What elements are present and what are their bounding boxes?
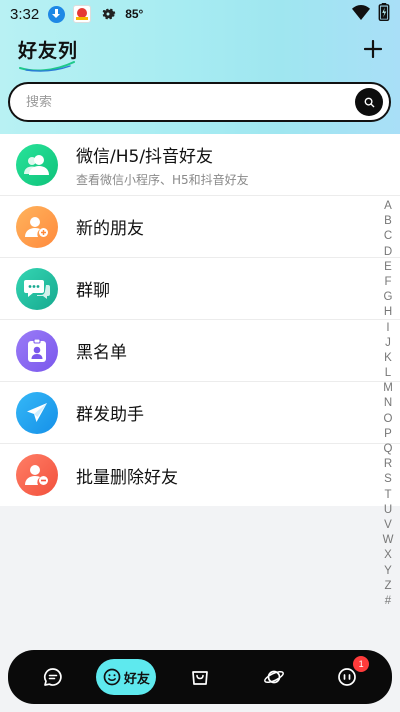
planet-icon — [263, 670, 284, 684]
title-swoosh-decoration — [19, 61, 75, 72]
index-letter[interactable]: J — [385, 336, 391, 351]
download-icon — [47, 5, 65, 23]
index-letter[interactable]: B — [384, 214, 392, 229]
index-letter[interactable]: P — [384, 427, 392, 442]
list-item-batch-delete-friends[interactable]: 批量删除好友 — [0, 444, 400, 506]
index-letter[interactable]: A — [384, 199, 392, 214]
item-subtitle: 查看微信小程序、H5和抖音好友 — [76, 172, 249, 187]
plus-icon — [364, 40, 382, 58]
index-letter[interactable]: K — [384, 351, 392, 366]
remove-user-icon — [16, 454, 58, 496]
index-letter[interactable]: C — [384, 229, 392, 244]
index-letter[interactable]: Z — [384, 579, 391, 594]
item-label: 微信/H5/抖音好友 — [76, 146, 214, 167]
list-item-broadcast-assistant[interactable]: 群发助手 — [0, 382, 400, 444]
item-label: 群聊 — [76, 281, 110, 301]
id-badge-icon — [16, 329, 58, 372]
add-user-icon — [16, 205, 58, 248]
index-letter[interactable]: H — [384, 305, 392, 320]
page-title: 好友列 — [18, 40, 79, 62]
nav-friends-label: 好友 — [123, 671, 150, 687]
status-bar: 3:32 85° — [0, 0, 400, 28]
item-label: 新的朋友 — [76, 219, 144, 239]
temperature: 85° — [125, 7, 144, 21]
battery-icon — [378, 3, 390, 25]
search-bar — [8, 82, 391, 122]
index-letter[interactable]: I — [386, 321, 389, 336]
nav-shop[interactable] — [170, 658, 230, 696]
search-button[interactable] — [355, 88, 383, 116]
nav-more[interactable]: 1 — [317, 656, 377, 696]
index-letter[interactable]: U — [384, 503, 392, 518]
nav-messages[interactable] — [23, 658, 83, 696]
search-icon — [364, 97, 374, 107]
message-icon — [43, 668, 62, 686]
index-letter[interactable]: S — [384, 472, 392, 487]
nav-discover[interactable] — [244, 658, 304, 696]
index-letter[interactable]: W — [383, 533, 394, 548]
list-item-new-friends[interactable]: 新的朋友 — [0, 196, 400, 258]
index-letter[interactable]: N — [384, 396, 392, 411]
users-icon — [16, 143, 58, 186]
smile-icon — [103, 668, 121, 686]
index-letter[interactable]: R — [384, 457, 392, 472]
index-letter[interactable]: M — [383, 381, 393, 396]
list-item-wechat-h5-douyin-friends[interactable]: 微信/H5/抖音好友 查看微信小程序、H5和抖音好友 — [0, 134, 400, 196]
index-letter[interactable]: T — [384, 488, 391, 503]
nav-friends[interactable]: 好友 — [96, 658, 157, 696]
contacts-menu-list: 微信/H5/抖音好友 查看微信小程序、H5和抖音好友 新的朋友 群聊 黑名单 群… — [0, 134, 400, 506]
shopping-bag-icon — [192, 671, 208, 685]
index-letter[interactable]: X — [384, 548, 392, 563]
list-item-group-chats[interactable]: 群聊 — [0, 258, 400, 320]
index-letter[interactable]: V — [384, 518, 392, 533]
search-input[interactable] — [26, 94, 326, 110]
more-icon — [338, 668, 357, 686]
index-letter[interactable]: # — [385, 594, 391, 609]
index-letter[interactable]: D — [384, 245, 392, 260]
wifi-icon — [352, 4, 370, 24]
index-letter[interactable]: F — [384, 275, 391, 290]
index-letter[interactable]: O — [384, 412, 393, 427]
title-area: 好友列 — [18, 36, 79, 72]
notification-badge: 1 — [353, 656, 370, 672]
bottom-navigation: 好友 1 — [8, 650, 392, 704]
list-item-blacklist[interactable]: 黑名单 — [0, 320, 400, 382]
chat-bubbles-icon — [16, 267, 58, 310]
paper-plane-icon — [16, 391, 58, 434]
app-badge-icon — [73, 5, 92, 23]
index-letter[interactable]: G — [384, 290, 393, 305]
settings-icon — [99, 5, 117, 23]
index-letter[interactable]: Q — [384, 442, 393, 457]
nav-friends-active-pill: 好友 — [96, 659, 157, 695]
index-letter[interactable]: Y — [384, 564, 392, 579]
add-friend-button[interactable] — [360, 36, 386, 62]
index-letter[interactable]: E — [384, 260, 392, 275]
item-label: 群发助手 — [76, 405, 144, 425]
item-label: 批量删除好友 — [76, 467, 178, 488]
status-time: 3:32 — [10, 5, 40, 23]
alphabet-index-bar: A B C D E F G H I J K L M N O P Q R S T … — [381, 199, 395, 609]
item-label: 黑名单 — [76, 343, 127, 363]
index-letter[interactable]: L — [385, 366, 391, 381]
